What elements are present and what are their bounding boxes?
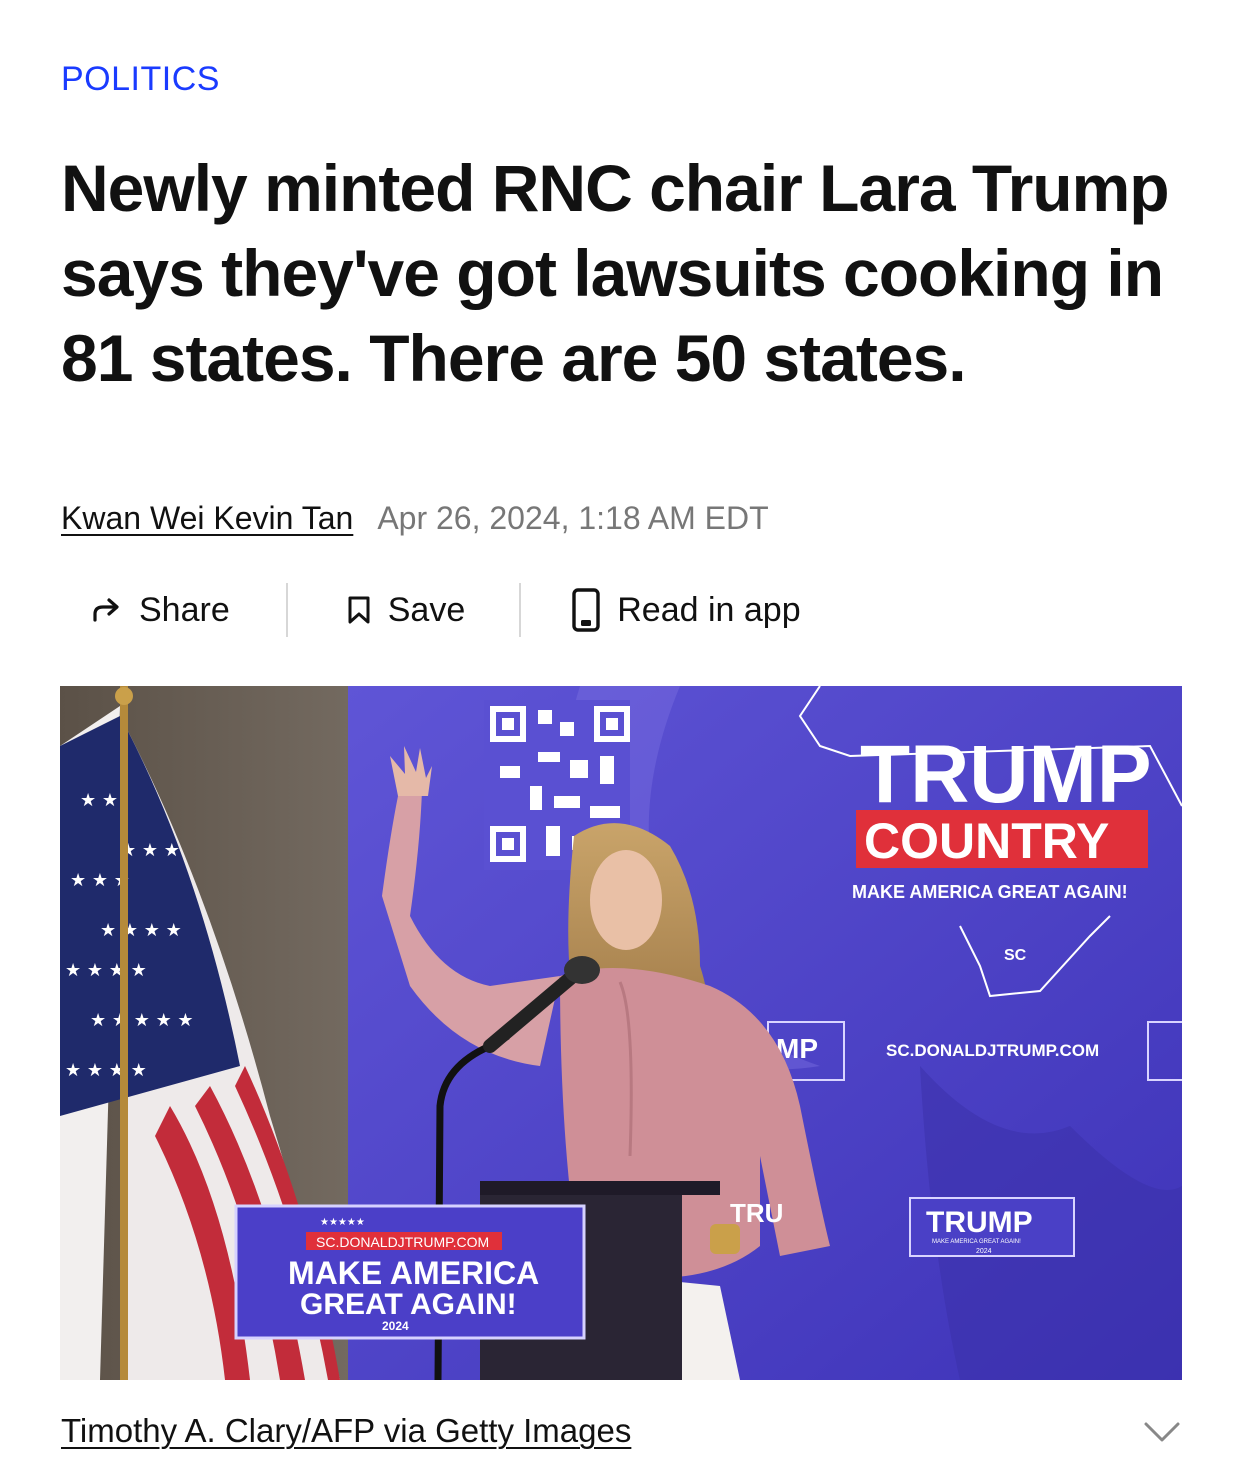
banner-state-text: SC (1004, 947, 1027, 964)
byline: Kwan Wei Kevin Tan Apr 26, 2024, 1:18 AM… (61, 500, 769, 537)
share-label: Share (139, 590, 230, 629)
small-sign-title-text: TRUMP (926, 1206, 1033, 1239)
small-trump-sign: TRUMP MAKE AMERICA GREAT AGAIN! 2024 (909, 1197, 1075, 1257)
photo-credit[interactable]: Timothy A. Clary/AFP via Getty Images (61, 1412, 631, 1450)
small-sign-year-text: 2024 (976, 1248, 992, 1255)
publish-date: Apr 26, 2024, 1:18 AM EDT (377, 500, 769, 536)
banner-url-text: SC.DONALDJTRUMP.COM (886, 1041, 1099, 1060)
podium-url-text: SC.DONALDJTRUMP.COM (316, 1234, 489, 1250)
svg-text:★ ★: ★ ★ (80, 790, 118, 811)
share-arrow-icon (91, 596, 123, 624)
read-in-app-button[interactable]: Read in app (521, 582, 801, 638)
author-link[interactable]: Kwan Wei Kevin Tan (61, 500, 353, 537)
svg-text:★ ★ ★: ★ ★ ★ (120, 840, 180, 861)
podium-year-text: 2024 (382, 1319, 409, 1333)
podium-line2-text: GREAT AGAIN! (300, 1288, 517, 1321)
phone-icon (571, 587, 601, 633)
podium-stars: ★★★★★ (320, 1217, 365, 1228)
svg-text:★ ★ ★ ★: ★ ★ ★ ★ (65, 960, 147, 981)
svg-text:★ ★ ★ ★: ★ ★ ★ ★ (100, 920, 182, 941)
banner-slogan-text: MAKE AMERICA GREAT AGAIN! (852, 882, 1128, 902)
article-photo: ★ ★ ★ ★ ★ ★ ★ ★ ★ ★ ★ ★ ★ ★ ★ ★ ★ ★ ★ ★ ★ ★… (60, 686, 1182, 1380)
podium-line1-text: MAKE AMERICA (288, 1255, 539, 1291)
photo-caption-row: Timothy A. Clary/AFP via Getty Images (61, 1406, 1182, 1456)
svg-text:★ ★ ★ ★ ★: ★ ★ ★ ★ ★ (90, 1010, 194, 1031)
read-in-app-label: Read in app (617, 590, 801, 629)
bookmark-icon (346, 595, 372, 625)
partial-tru-text: TRU (730, 1198, 783, 1228)
article-actions: Share Save Read in app (61, 582, 801, 638)
chevron-down-icon[interactable] (1142, 1416, 1182, 1446)
save-label: Save (387, 590, 466, 629)
banner-country-text: COUNTRY (864, 813, 1109, 869)
svg-text:★ ★ ★ ★: ★ ★ ★ ★ (65, 1060, 147, 1081)
banner-title-text: TRUMP (860, 729, 1152, 820)
category-label[interactable]: POLITICS (61, 60, 220, 99)
share-button[interactable]: Share (61, 582, 286, 638)
article-headline: Newly minted RNC chair Lara Trump says t… (61, 151, 1170, 395)
save-button[interactable]: Save (288, 582, 520, 638)
small-sign-slogan-text: MAKE AMERICA GREAT AGAIN! (932, 1239, 1021, 1245)
